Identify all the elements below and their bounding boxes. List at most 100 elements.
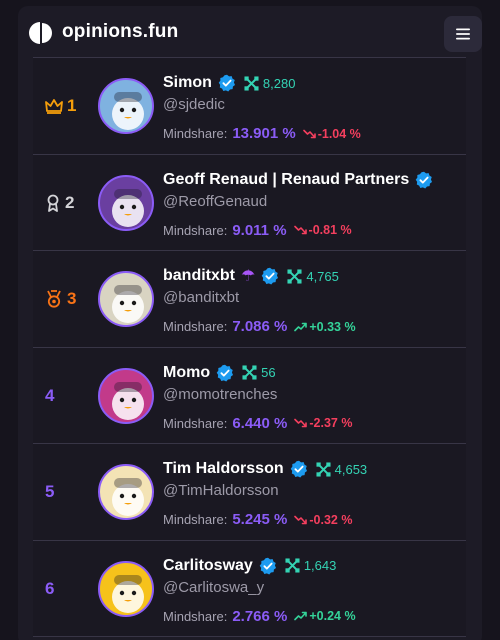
score-value: 56 bbox=[261, 365, 276, 381]
top-bar: opinions.fun bbox=[18, 6, 482, 58]
rank: 6 bbox=[45, 577, 54, 601]
user-handle[interactable]: @banditxbt bbox=[163, 289, 463, 309]
umbrella-icon: ☂ bbox=[241, 268, 256, 286]
mindshare-value: 6.440 % bbox=[232, 414, 288, 432]
user-info: Simon 8,280 @sjdedic Mindshare: 13.901 %… bbox=[163, 72, 463, 142]
avatar[interactable] bbox=[98, 271, 154, 328]
display-name[interactable]: Carlitosway bbox=[163, 557, 253, 575]
mindshare-label: Mindshare: bbox=[163, 126, 228, 141]
score-x-icon bbox=[244, 75, 259, 91]
user-info: Geoff Renaud | Renaud Partners @ReoffGen… bbox=[163, 169, 463, 239]
brand-title[interactable]: opinions.fun bbox=[62, 21, 178, 43]
user-handle[interactable]: @momotrenches bbox=[163, 386, 463, 406]
score-x-icon bbox=[242, 365, 257, 380]
leaderboard-row[interactable]: 3 banditxbt ☂ 4,765 @banditxbt Mindshare… bbox=[33, 250, 466, 347]
display-name[interactable]: Simon bbox=[163, 74, 212, 92]
mindshare-label: Mindshare: bbox=[163, 319, 228, 335]
user-info: Tim Haldorsson 4,653 @TimHaldorsson Mind… bbox=[163, 458, 463, 528]
leaderboard-row[interactable]: 6 Carlitosway 1,643 @Carlitoswa_y Mindsh… bbox=[33, 539, 466, 637]
user-info: Momo 56 @momotrenches Mindshare: 6.440 %… bbox=[163, 362, 463, 432]
change-value: -1.04 % bbox=[317, 126, 361, 141]
mindshare-label: Mindshare: bbox=[163, 608, 228, 624]
leaderboard-row[interactable]: 4 Momo 56 @momotrenches Mindshare: 6.440… bbox=[33, 346, 466, 444]
rank: 2 bbox=[45, 191, 74, 215]
avatar-image bbox=[112, 381, 144, 420]
score-x-icon bbox=[316, 462, 331, 477]
ribbon-icon bbox=[45, 194, 61, 212]
mindshare-label: Mindshare: bbox=[163, 512, 228, 528]
score: 56 bbox=[242, 365, 276, 381]
avatar[interactable] bbox=[98, 367, 154, 424]
leaderboard-row[interactable]: 5 Tim Haldorsson 4,653 @TimHaldorsson Mi… bbox=[33, 443, 466, 540]
mindshare-value: 13.901 % bbox=[232, 125, 296, 142]
score-value: 1,643 bbox=[303, 558, 337, 574]
medal-icon bbox=[45, 290, 63, 308]
trend-up-icon bbox=[294, 322, 308, 331]
display-name[interactable]: Tim Haldorsson bbox=[163, 460, 284, 478]
user-handle[interactable]: @TimHaldorsson bbox=[163, 482, 463, 502]
mindshare-change: -1.04 % bbox=[302, 126, 361, 141]
trend-down-icon bbox=[294, 515, 308, 525]
avatar-image bbox=[112, 285, 144, 324]
score-x-icon bbox=[285, 558, 300, 573]
mindshare-change: -0.81 % bbox=[293, 223, 352, 238]
mindshare-label: Mindshare: bbox=[163, 415, 228, 431]
verified-badge-icon bbox=[218, 74, 235, 92]
trend-down-icon bbox=[294, 418, 308, 428]
avatar[interactable] bbox=[98, 174, 154, 231]
user-handle[interactable]: @Carlitoswa_y bbox=[163, 579, 463, 599]
rank: 1 bbox=[45, 94, 76, 118]
mindshare-value: 9.011 % bbox=[232, 221, 287, 239]
display-name[interactable]: Geoff Renaud | Renaud Partners bbox=[163, 171, 409, 189]
score-value: 8,280 bbox=[262, 75, 296, 91]
rank-number: 1 bbox=[67, 96, 77, 115]
trend-up-icon bbox=[294, 612, 308, 621]
score: 4,765 bbox=[287, 269, 339, 284]
mindshare-change: -0.32 % bbox=[294, 513, 352, 527]
score: 8,280 bbox=[244, 75, 296, 91]
rank: 5 bbox=[45, 480, 54, 504]
mindshare-value: 2.766 % bbox=[232, 607, 288, 625]
mindshare-value: 5.245 % bbox=[232, 511, 288, 529]
leaderboard-row[interactable]: 1 Simon 8,280 @sjdedic Mindshare: 13.901… bbox=[33, 57, 466, 154]
rank-number: 5 bbox=[45, 482, 55, 502]
change-value: -0.32 % bbox=[309, 512, 353, 527]
display-name[interactable]: Momo bbox=[163, 364, 210, 382]
leaderboard-list: 1 Simon 8,280 @sjdedic Mindshare: 13.901… bbox=[33, 57, 466, 637]
change-value: -2.37 % bbox=[309, 416, 353, 431]
verified-badge-icon bbox=[262, 267, 279, 285]
hamburger-icon bbox=[456, 28, 470, 40]
avatar-image bbox=[112, 478, 144, 517]
rank-number: 3 bbox=[67, 289, 77, 309]
change-value: +0.33 % bbox=[309, 319, 356, 334]
avatar[interactable] bbox=[98, 464, 154, 521]
rank-number: 4 bbox=[45, 385, 55, 405]
user-handle[interactable]: @sjdedic bbox=[163, 96, 463, 116]
mindshare-value: 7.086 % bbox=[232, 318, 288, 336]
user-info: Carlitosway 1,643 @Carlitoswa_y Mindshar… bbox=[163, 555, 463, 625]
user-handle[interactable]: @ReoffGenaud bbox=[163, 193, 463, 213]
opinions-logo-icon[interactable] bbox=[28, 21, 52, 45]
crown-icon bbox=[45, 98, 63, 114]
trend-down-icon bbox=[293, 225, 307, 235]
display-name[interactable]: banditxbt bbox=[163, 267, 235, 285]
mindshare-label: Mindshare: bbox=[163, 222, 228, 238]
avatar[interactable] bbox=[98, 560, 154, 617]
score-value: 4,765 bbox=[306, 268, 339, 284]
change-value: -0.81 % bbox=[308, 223, 352, 238]
user-info: banditxbt ☂ 4,765 @banditxbt Mindshare: … bbox=[163, 265, 463, 335]
verified-badge-icon bbox=[216, 364, 234, 382]
score-value: 4,653 bbox=[334, 461, 368, 477]
avatar-image bbox=[112, 92, 144, 130]
avatar[interactable] bbox=[98, 78, 154, 134]
avatar-image bbox=[112, 188, 144, 227]
change-value: +0.24 % bbox=[309, 609, 356, 624]
score: 1,643 bbox=[285, 558, 337, 574]
menu-button[interactable] bbox=[444, 16, 482, 52]
rank: 3 bbox=[45, 287, 76, 311]
avatar-image bbox=[112, 574, 144, 613]
rank: 4 bbox=[45, 384, 54, 408]
rank-number: 6 bbox=[45, 578, 55, 598]
leaderboard-row[interactable]: 2 Geoff Renaud | Renaud Partners @ReoffG… bbox=[33, 153, 466, 251]
score: 4,653 bbox=[316, 461, 368, 477]
